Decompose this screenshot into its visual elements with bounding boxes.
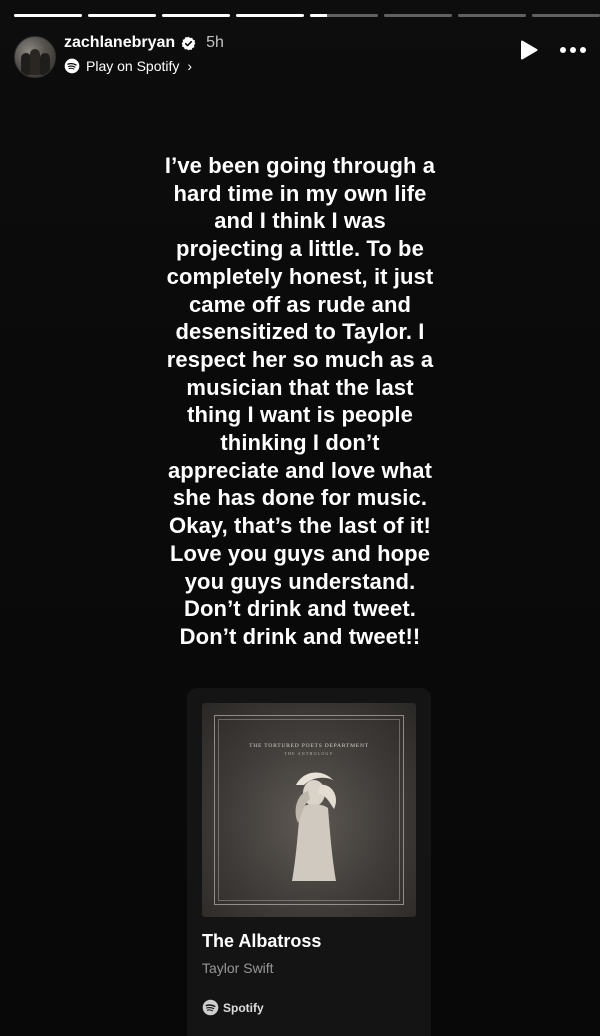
verified-badge-icon	[181, 36, 196, 50]
album-cover-title: THE TORTURED POETS DEPARTMENT	[249, 743, 369, 749]
caption-line: you guys understand.	[184, 568, 416, 594]
caption-line: Don’t drink and tweet.	[184, 596, 416, 622]
song-title: The Albatross	[202, 931, 322, 951]
caption-line: desensitized to Taylor. I	[175, 319, 425, 345]
music-card[interactable]: THE TORTURED POETS DEPARTMENT THE ANTHOL…	[187, 688, 431, 1036]
progress-segment	[162, 14, 230, 17]
caption-line: completely honest, it just	[166, 263, 434, 289]
play-icon[interactable]	[520, 40, 538, 60]
caption-line: projecting a little. To be	[176, 236, 424, 262]
chevron-right-icon: ›	[187, 58, 193, 74]
caption-line: hard time in my own life	[173, 180, 427, 206]
user-row: zachlanebryan 5h	[64, 34, 224, 52]
story-viewer: zachlanebryan 5h Play on Spotify › I’ve …	[0, 0, 600, 1036]
caption-line: Love you guys and hope	[169, 540, 431, 566]
caption-line: musician that the last	[186, 374, 414, 400]
more-icon[interactable]	[560, 46, 586, 54]
album-cover: THE TORTURED POETS DEPARTMENT THE ANTHOL…	[202, 703, 416, 917]
music-label: Play on Spotify	[86, 58, 180, 74]
caption-line: Don’t drink and tweet!!	[179, 623, 421, 649]
progress-segment	[310, 14, 378, 17]
progress-segment	[88, 14, 156, 17]
caption-line: thing I want is people	[187, 402, 413, 428]
progress-segment-fill	[162, 14, 230, 17]
story-controls	[520, 40, 586, 60]
story-header: zachlanebryan 5h Play on Spotify ›	[14, 32, 586, 80]
spotify-icon	[64, 58, 80, 74]
avatar[interactable]	[14, 36, 56, 78]
progress-segment-fill	[236, 14, 304, 17]
progress-segment	[236, 14, 304, 17]
caption-line: and I think I was	[214, 208, 386, 234]
post-time: 5h	[206, 34, 224, 51]
caption-line: I’ve been going through a	[164, 153, 436, 178]
story-text: I’ve been going through a hard time in my…	[100, 152, 500, 651]
progress-segment	[384, 14, 452, 17]
progress-segment-fill	[14, 14, 82, 17]
progress-segment	[532, 14, 600, 17]
caption-line: came off as rude and	[188, 291, 412, 317]
story-progress-bar	[14, 14, 600, 18]
artist-name: Taylor Swift	[202, 960, 274, 976]
spotify-brand-label: Spotify	[223, 1000, 264, 1015]
caption-line: thinking I don’t	[220, 430, 380, 456]
progress-segment	[458, 14, 526, 17]
play-on-spotify-link[interactable]: Play on Spotify ›	[64, 58, 192, 74]
progress-segment-fill	[88, 14, 156, 17]
album-cover-subtitle: THE ANTHOLOGY	[284, 751, 334, 756]
cover-figure-image	[292, 772, 337, 881]
caption-line: respect her so much as a	[166, 346, 434, 372]
progress-segment	[14, 14, 82, 17]
caption-line: Okay, that’s the last of it!	[169, 513, 431, 539]
username[interactable]: zachlanebryan	[64, 34, 175, 52]
spotify-brand: Spotify	[202, 999, 264, 1016]
spotify-logo-icon	[202, 999, 219, 1016]
caption-line: appreciate and love what	[167, 457, 433, 483]
caption-line: she has done for music.	[172, 485, 428, 511]
progress-segment-fill	[310, 14, 327, 17]
